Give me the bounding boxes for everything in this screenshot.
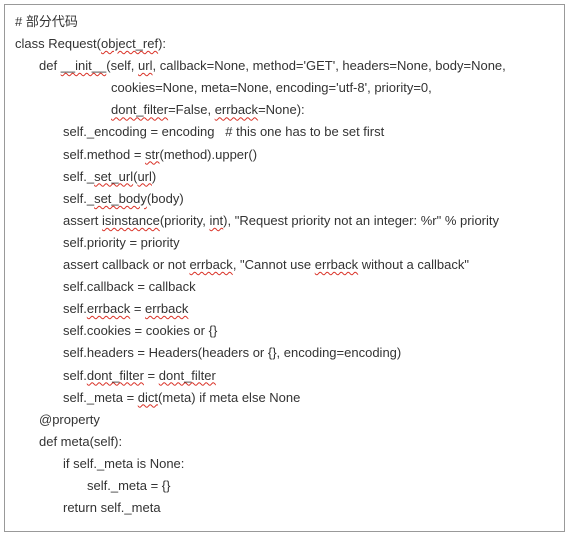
code-line: self.dont_filter = dont_filter xyxy=(15,365,554,387)
code-body: class Request(object_ref):def __init__(s… xyxy=(15,33,554,519)
code-text: (method).upper() xyxy=(159,147,257,162)
spellcheck-underline: errback xyxy=(189,257,232,272)
code-text: (body) xyxy=(147,191,184,206)
code-text: self.method = xyxy=(63,147,145,162)
code-text: (meta) if meta else None xyxy=(158,390,300,405)
code-line: self.method = str(method).upper() xyxy=(15,144,554,166)
code-line: self.priority = priority xyxy=(15,232,554,254)
code-line: self.callback = callback xyxy=(15,276,554,298)
spellcheck-underline: url xyxy=(138,58,152,73)
code-text: self.callback = callback xyxy=(63,279,196,294)
code-text: class Request( xyxy=(15,36,101,51)
code-text: cookies=None, meta=None, encoding='utf-8… xyxy=(111,80,432,95)
code-snippet: # 部分代码 class Request(object_ref):def __i… xyxy=(4,4,565,532)
spellcheck-underline: int xyxy=(209,213,223,228)
code-text: ), "Request priority not an integer: %r"… xyxy=(223,213,499,228)
code-text: =None): xyxy=(258,102,305,117)
code-text: self._ xyxy=(63,169,94,184)
code-text: , callback=None, method='GET', headers=N… xyxy=(152,58,505,73)
code-text: self._meta = {} xyxy=(87,478,170,493)
spellcheck-underline: dont_filter xyxy=(87,368,144,383)
code-text: assert xyxy=(63,213,102,228)
code-text: def meta(self): xyxy=(39,434,122,449)
code-text: (priority, xyxy=(160,213,210,228)
code-comment: # 部分代码 xyxy=(15,11,554,33)
code-text: self._ xyxy=(63,191,94,206)
code-text: @property xyxy=(39,412,100,427)
code-line: dont_filter=False, errback=None): xyxy=(15,99,554,121)
code-text: without a callback" xyxy=(358,257,469,272)
code-text: self.headers = Headers(headers or {}, en… xyxy=(63,345,401,360)
code-text: self. xyxy=(63,368,87,383)
spellcheck-underline: url xyxy=(137,169,151,184)
spellcheck-underline: dont_filter xyxy=(159,368,216,383)
code-text: def xyxy=(39,58,61,73)
code-line: self.headers = Headers(headers or {}, en… xyxy=(15,342,554,364)
code-text: self. xyxy=(63,301,87,316)
spellcheck-underline: object_ref xyxy=(101,36,158,51)
code-text: =False, xyxy=(168,102,215,117)
code-text: ): xyxy=(158,36,166,51)
code-line: self._set_url(url) xyxy=(15,166,554,188)
code-text: (self, xyxy=(106,58,138,73)
code-line: assert callback or not errback, "Cannot … xyxy=(15,254,554,276)
code-line: self.cookies = cookies or {} xyxy=(15,320,554,342)
code-text: = xyxy=(130,301,145,316)
code-line: self._set_body(body) xyxy=(15,188,554,210)
code-line: self._encoding = encoding # this one has… xyxy=(15,121,554,143)
spellcheck-underline: errback xyxy=(145,301,188,316)
code-line: self._meta = {} xyxy=(15,475,554,497)
spellcheck-underline: errback xyxy=(87,301,130,316)
spellcheck-underline: __init__ xyxy=(61,58,107,73)
spellcheck-underline: set_url xyxy=(94,169,133,184)
code-text: self._encoding = encoding # this one has… xyxy=(63,124,384,139)
code-line: self.errback = errback xyxy=(15,298,554,320)
code-text: = xyxy=(144,368,159,383)
code-line: return self._meta xyxy=(15,497,554,519)
code-text: self.cookies = cookies or {} xyxy=(63,323,217,338)
spellcheck-underline: dont_filter xyxy=(111,102,168,117)
code-line: def meta(self): xyxy=(15,431,554,453)
code-line: @property xyxy=(15,409,554,431)
code-text: self._meta = xyxy=(63,390,138,405)
spellcheck-underline: str xyxy=(145,147,159,162)
spellcheck-underline: isinstance xyxy=(102,213,160,228)
code-line: self._meta = dict(meta) if meta else Non… xyxy=(15,387,554,409)
code-line: class Request(object_ref): xyxy=(15,33,554,55)
code-text: return self._meta xyxy=(63,500,161,515)
code-text: if self._meta is None: xyxy=(63,456,184,471)
spellcheck-underline: set_body xyxy=(94,191,147,206)
code-line: cookies=None, meta=None, encoding='utf-8… xyxy=(15,77,554,99)
spellcheck-underline: errback xyxy=(215,102,258,117)
code-line: def __init__(self, url, callback=None, m… xyxy=(15,55,554,77)
code-text: assert callback or not xyxy=(63,257,189,272)
code-line: if self._meta is None: xyxy=(15,453,554,475)
code-text: , "Cannot use xyxy=(233,257,315,272)
code-line: assert isinstance(priority, int), "Reque… xyxy=(15,210,554,232)
code-text: ) xyxy=(152,169,156,184)
code-text: self.priority = priority xyxy=(63,235,180,250)
spellcheck-underline: errback xyxy=(315,257,358,272)
spellcheck-underline: dict xyxy=(138,390,158,405)
